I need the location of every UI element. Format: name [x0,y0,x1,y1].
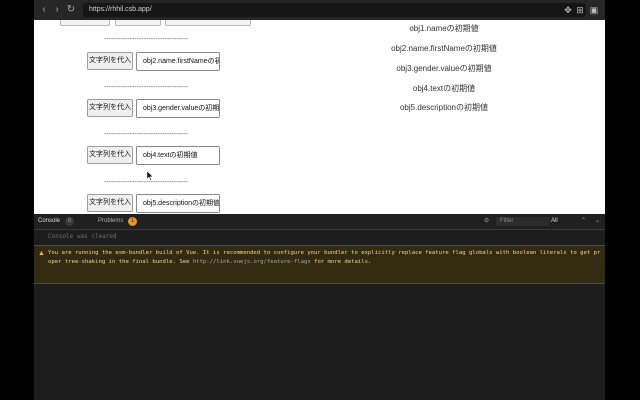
browser-toolbar: ‹ › ↻ https://rhhil.csb.app/ ✥ ⊞ ▣ [34,0,605,20]
console-output: Console was cleared ▲ You are running th… [34,230,605,400]
assign-string-button[interactable]: 文字列を代入 [87,146,133,164]
divider: ------------------------------------ [104,84,188,91]
app-preview: ------------------------------------ 文字列… [34,20,605,214]
description-input[interactable]: obj5.descriptionの初期値 [136,194,220,213]
divider: ------------------------------------ [104,131,188,138]
assign-string-button[interactable]: 文字列を代入 [87,52,133,70]
url-text: https://rhhil.csb.app/ [89,6,152,13]
warning-icon: ▲ [38,250,45,257]
warning-link[interactable]: http://link.vuejs.org/feature-flags [193,259,311,265]
value-text: obj2.name.firstNameの初期値 [391,44,497,53]
value-text: obj3.gender.valueの初期値 [396,64,492,73]
text-input[interactable]: obj4.textの初期値 [136,146,220,165]
tab-problems[interactable]: Problems [98,217,123,226]
partial-button[interactable] [115,20,161,26]
devtools-panel: Console 0 Problems 1 ⊘ Filter All ⌃ ⌄ Co… [34,214,605,400]
warning-tail: for more details. [314,259,372,265]
divider: ------------------------------------ [104,36,188,43]
crosshair-icon[interactable]: ✥ [562,4,574,16]
grid-icon[interactable]: ⊞ [574,4,586,16]
value-text: obj1.nameの初期値 [409,24,479,33]
value-text: obj5.descriptionの初期値 [399,103,489,112]
address-bar[interactable]: https://rhhil.csb.app/ [83,3,586,17]
partial-input[interactable] [165,20,251,26]
screen-icon[interactable]: ▣ [588,4,600,16]
assign-string-button[interactable]: 文字列を代入 [87,99,133,117]
mouse-cursor-icon [147,171,153,181]
arrow-right-icon[interactable]: › [51,4,63,16]
warning-text: You are running the esm-bundler build of… [48,249,601,267]
value-text: obj4.textの初期値 [412,84,476,93]
problems-count-badge: 1 [128,217,137,226]
console-count-badge: 0 [65,217,74,226]
warning-message: ▲ You are running the esm-bundler build … [34,245,605,284]
assign-string-button[interactable]: 文字列を代入 [87,194,133,212]
clear-console-icon[interactable]: ⊘ [484,217,489,226]
log-level-select[interactable]: All [551,217,558,226]
tab-console[interactable]: Console [38,217,60,226]
reload-icon[interactable]: ↻ [65,4,77,16]
firstname-input[interactable]: obj2.name.firstNameの初 [136,52,220,71]
arrow-left-icon[interactable]: ‹ [38,4,50,16]
level-dropdown-icon[interactable]: ⌃ [581,217,586,226]
browser-window: ‹ › ↻ https://rhhil.csb.app/ ✥ ⊞ ▣ -----… [34,0,605,400]
gender-value-input[interactable]: obj3.gender.valueの初期 [136,99,220,118]
console-cleared-message: Console was cleared [48,233,117,240]
chevron-down-icon[interactable]: ⌄ [595,217,600,226]
console-filter-input[interactable]: Filter [496,217,550,226]
devtools-tabs: Console 0 Problems 1 ⊘ Filter All ⌃ ⌄ [34,214,605,230]
partial-button[interactable] [60,20,110,26]
